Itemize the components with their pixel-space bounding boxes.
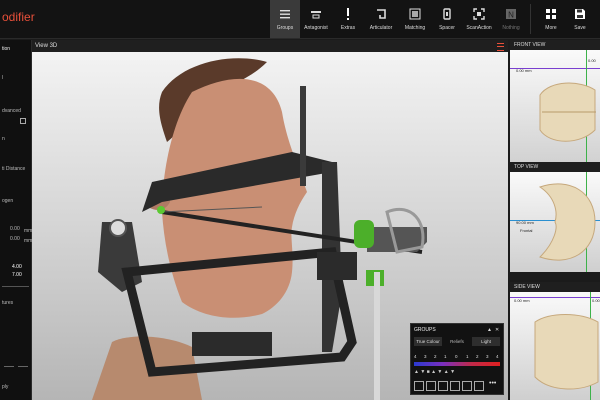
extras-label: Extras <box>340 25 356 31</box>
nothing-tool-button[interactable]: N Nothing <box>497 0 525 38</box>
scale-controls[interactable]: ▲ ▼ ■ ▲ ▼ ▲ ▼ <box>414 369 455 375</box>
more-button[interactable]: More <box>537 0 565 38</box>
matching-tool-button[interactable]: Matching <box>400 0 430 38</box>
nothing-label: Nothing <box>502 25 520 31</box>
scale-tick: 0 <box>455 354 458 359</box>
exclamation-icon <box>347 8 349 20</box>
distance-label: ti Distance <box>2 166 26 172</box>
left-label: tures <box>2 300 14 306</box>
groups-label: Groups <box>276 25 294 31</box>
scanaction-tool-button[interactable]: ScanAction <box>463 0 495 38</box>
articulator-base <box>192 332 272 356</box>
value-field-4[interactable]: 7.00 <box>12 272 22 278</box>
divider <box>2 286 29 287</box>
ear-rod-knob <box>109 219 127 237</box>
hamburger-menu-icon[interactable] <box>497 43 504 51</box>
front-view-title: FRONT VIEW <box>510 40 600 50</box>
face-scan <box>162 78 307 318</box>
reliefs-button[interactable]: Reliefs <box>443 337 471 346</box>
more-options-icon[interactable]: ••• <box>489 380 496 387</box>
scale-tick: 2 <box>434 354 437 359</box>
matching-icon <box>409 8 421 20</box>
view-mode-button[interactable] <box>474 381 484 391</box>
scan-frame-icon <box>473 8 485 20</box>
value-field-1[interactable]: 0.00 <box>10 226 20 232</box>
left-label: l <box>2 75 4 81</box>
scale-tick: 4 <box>496 354 499 359</box>
scale-tick: 3 <box>424 354 427 359</box>
view-mode-button[interactable] <box>438 381 448 391</box>
side-view-viewport[interactable]: 0.00 mm 0.00 <box>510 292 600 400</box>
scale-tick: 4 <box>414 354 417 359</box>
floppy-disk-icon <box>575 9 585 19</box>
value-field-2[interactable]: 0.00 <box>10 236 20 242</box>
app-title: odifier <box>2 10 35 24</box>
collapse-chevron-icon[interactable]: ▲ <box>487 327 492 333</box>
save-button[interactable]: Save <box>566 0 594 38</box>
n-icon: N <box>506 9 516 20</box>
scale-tick: 2 <box>476 354 479 359</box>
light-button[interactable]: Light <box>472 337 500 346</box>
groups-tool-button[interactable]: Groups <box>270 0 300 38</box>
close-icon[interactable]: ✕ <box>495 327 499 333</box>
top-view-panel[interactable]: TOP VIEW 90.00 mm Frontal <box>510 162 600 272</box>
groups-panel: GROUPS ▲ ✕ True Colour Reliefs Light 4 3… <box>410 323 504 395</box>
list-icon <box>280 10 290 19</box>
extras-tool-button[interactable]: Extras <box>334 0 362 38</box>
articulator-tool-button[interactable]: Articulator <box>364 0 398 38</box>
more-label: More <box>545 25 557 31</box>
view-mode-button[interactable] <box>450 381 460 391</box>
left-section-header: tion <box>2 46 11 52</box>
view-3d-title: View 3D <box>35 43 58 49</box>
true-colour-button[interactable]: True Colour <box>414 337 442 346</box>
groups-title: GROUPS <box>414 327 436 333</box>
advanced-checkbox[interactable] <box>20 118 26 124</box>
save-label: Save <box>574 25 586 31</box>
top-view-viewport[interactable]: 90.00 mm Frontal <box>510 172 600 272</box>
side-view-panel[interactable]: SIDE VIEW 0.00 mm 0.00 <box>510 282 600 400</box>
scanaction-label: ScanAction <box>466 25 492 31</box>
scale-tick: 3 <box>486 354 489 359</box>
antagonist-label: Antagonist <box>304 25 328 31</box>
top-toolbar: odifier Groups Antagonist Extras Articul… <box>0 0 600 39</box>
support-pillar <box>374 272 380 400</box>
top-view-title: TOP VIEW <box>510 162 600 172</box>
front-view-viewport[interactable]: 0.00 mm 0.00 <box>510 50 600 170</box>
more-grid-icon <box>546 9 556 19</box>
view-mode-button[interactable] <box>462 381 472 391</box>
left-panel: tion l dvanced n ti Distance ogen 0.00 0… <box>0 40 32 400</box>
top-arch-model <box>538 183 596 261</box>
green-connector <box>354 220 374 248</box>
spacer-label: Spacer <box>439 25 455 31</box>
color-scale-bar <box>414 362 500 366</box>
spacer-icon <box>443 8 451 20</box>
divider <box>4 366 14 367</box>
toolbar-divider <box>530 4 531 34</box>
svg-text:N: N <box>508 11 514 20</box>
front-view-panel[interactable]: FRONT VIEW 0.00 mm 0.00 <box>510 40 600 170</box>
matching-label: Matching <box>404 25 426 31</box>
view-3d-titlebar: View 3D <box>32 40 508 52</box>
antagonist-tool-button[interactable]: Antagonist <box>300 0 332 38</box>
articulator-label: Articulator <box>369 25 393 31</box>
view-mode-button[interactable] <box>414 381 424 391</box>
mouthpiece-block <box>317 252 357 280</box>
value-field-3[interactable]: 4.00 <box>12 264 22 270</box>
spacer-tool-button[interactable]: Spacer <box>432 0 462 38</box>
front-teeth-model <box>539 82 596 142</box>
scale-tick: 1 <box>466 354 469 359</box>
scale-tick: 1 <box>444 354 447 359</box>
divider <box>18 366 28 367</box>
vertical-rod <box>300 86 306 186</box>
left-label: ogen <box>2 198 14 204</box>
articulator-icon <box>377 9 386 19</box>
side-view-title: SIDE VIEW <box>510 282 600 292</box>
advanced-label: dvanced <box>2 108 21 114</box>
antagonist-icon <box>311 11 321 19</box>
green-marker <box>157 206 165 214</box>
view-mode-button[interactable] <box>426 381 436 391</box>
apply-button[interactable]: ply <box>2 384 8 390</box>
left-label: n <box>2 136 5 142</box>
side-teeth-model <box>534 314 599 390</box>
